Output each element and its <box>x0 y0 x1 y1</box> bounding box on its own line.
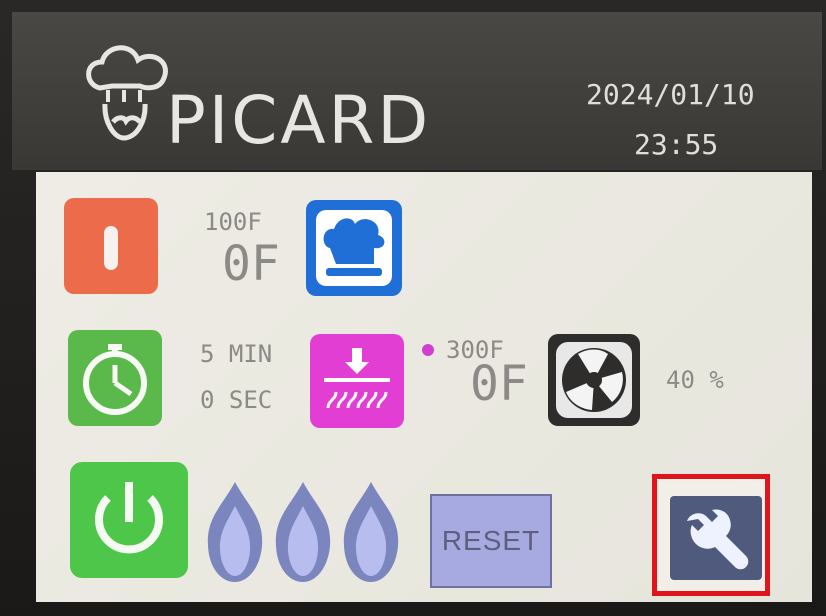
stopwatch-icon <box>83 344 147 415</box>
flame-icon <box>275 482 331 582</box>
power-icon <box>95 482 163 554</box>
fan-speed: 40 % <box>666 366 724 394</box>
heat-status-dot <box>422 344 434 356</box>
temperature-current: 0F <box>222 236 280 292</box>
fan-button[interactable] <box>548 334 640 426</box>
chef-hat-icon <box>316 210 392 286</box>
fan-icon <box>556 342 632 418</box>
flame-icon <box>207 482 263 582</box>
temperature-button[interactable] <box>64 198 158 294</box>
wrench-icon <box>687 509 749 570</box>
heat-button[interactable] <box>310 334 404 428</box>
reset-button[interactable]: RESET <box>430 494 552 588</box>
heat-current: 0F <box>470 356 528 412</box>
power-button[interactable] <box>70 462 188 578</box>
chef-logo-icon <box>86 45 168 141</box>
thermometer-icon <box>104 226 118 270</box>
chef-mode-button[interactable] <box>306 200 402 296</box>
flame-icon <box>343 482 399 582</box>
heating-element-icon <box>324 348 390 409</box>
timer-seconds: 0 SEC <box>200 386 273 414</box>
time-display: 23:55 <box>634 128 719 161</box>
date-display: 2024/01/10 <box>586 78 755 111</box>
brand-name: PICARD <box>166 82 432 159</box>
timer-minutes: 5 MIN <box>200 340 273 368</box>
temperature-setpoint: 100F <box>204 208 262 236</box>
settings-button[interactable] <box>670 496 762 580</box>
timer-button[interactable] <box>68 330 162 426</box>
